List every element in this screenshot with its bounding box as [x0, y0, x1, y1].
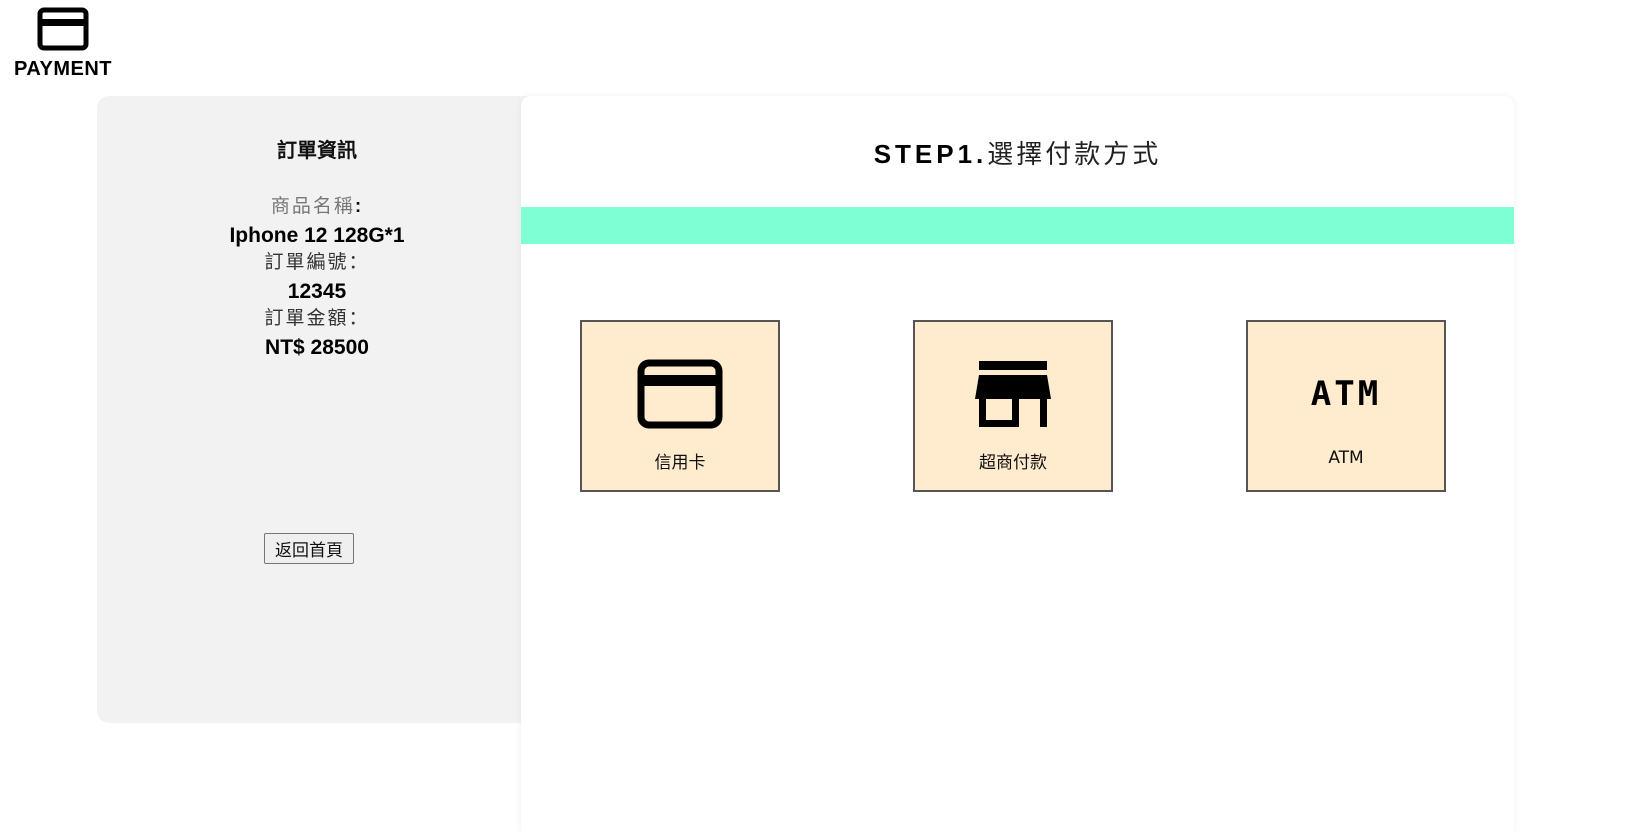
payment-option-label: ATM — [1328, 448, 1364, 468]
order-number-value: 12345 — [287, 280, 347, 303]
back-home-button[interactable]: 返回首頁 — [264, 533, 354, 564]
order-info-panel: 訂單資訊 商品名稱: Iphone 12 128G*1 訂單編號： 12345 … — [97, 96, 537, 723]
logo-text: PAYMENT — [14, 58, 112, 80]
order-details: 商品名稱: Iphone 12 128G*1 訂單編號： 12345 訂單金額：… — [97, 197, 537, 358]
product-name-label-colon: : — [354, 196, 364, 217]
step-number: STEP1. — [873, 139, 988, 169]
payment-option-convenience-store[interactable]: 超商付款 — [913, 320, 1113, 492]
payment-method-card: STEP1.選擇付款方式 信用卡 超商付款 ATM ATM — [521, 96, 1514, 833]
step-title-text: 選擇付款方式 — [987, 139, 1162, 169]
atm-icon: ATM — [1310, 374, 1382, 414]
store-icon — [975, 361, 1051, 427]
step-title: STEP1.選擇付款方式 — [521, 134, 1514, 171]
payment-option-label: 超商付款 — [979, 453, 1047, 473]
payment-option-credit-card[interactable]: 信用卡 — [580, 320, 780, 492]
order-amount-label: 訂單金額： — [264, 308, 370, 329]
payment-option-label: 信用卡 — [654, 453, 706, 473]
credit-card-icon — [637, 359, 723, 429]
payment-logo: PAYMENT — [8, 6, 118, 81]
order-amount-value: NT$ 28500 — [265, 336, 369, 359]
order-info-title: 訂單資訊 — [277, 140, 357, 162]
product-name-label-text: 商品名稱 — [270, 196, 355, 217]
payment-option-atm[interactable]: ATM ATM — [1246, 320, 1446, 492]
progress-bar — [521, 207, 1514, 244]
product-name-value: Iphone 12 128G*1 — [229, 224, 405, 247]
credit-card-icon — [37, 7, 89, 51]
product-name-label: 商品名稱: — [97, 197, 537, 216]
order-number-label: 訂單編號： — [264, 252, 370, 273]
